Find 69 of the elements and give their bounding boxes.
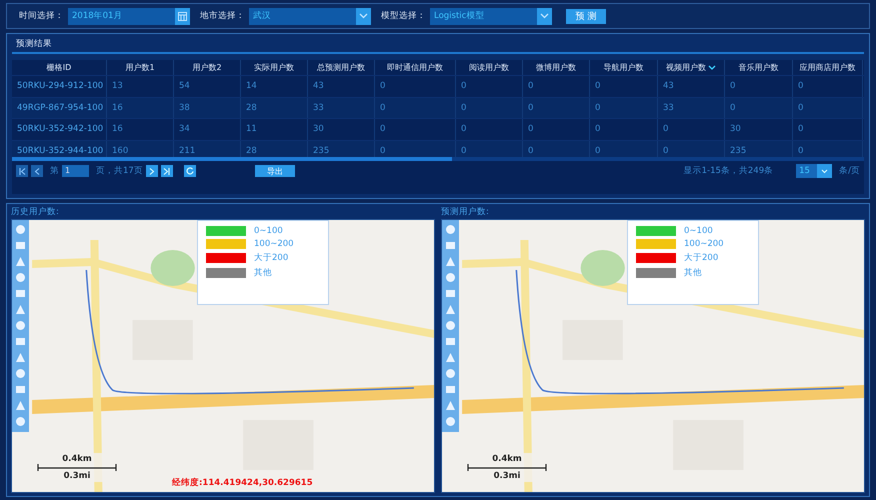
filter-label: 时间选择：	[19, 10, 64, 22]
table-cell: 0	[725, 98, 793, 118]
table-cell: 0	[375, 98, 456, 118]
table-cell: 28	[241, 98, 308, 118]
column-header[interactable]: 音乐用户数	[725, 60, 793, 75]
column-header[interactable]: 实际用户数	[241, 60, 308, 75]
table-cell: 16	[107, 98, 174, 118]
table-cell: 0	[456, 98, 523, 118]
scale-label: 0.4km	[62, 454, 92, 464]
table-cell: 33	[658, 98, 725, 118]
grid-id-cell: 49RGP-867-954-100	[12, 98, 107, 118]
column-header[interactable]: 导航用户数	[590, 60, 658, 75]
caret-icon	[359, 13, 368, 19]
next-page-icon	[148, 168, 156, 174]
scale-label: 0.4km	[492, 454, 522, 464]
filter-field[interactable]: Logistic模型	[430, 8, 552, 24]
first-page-icon	[18, 168, 26, 174]
column-header[interactable]: 总预测用户数	[308, 60, 375, 75]
scale-label: 0.3mi	[494, 471, 520, 481]
legend-label: 大于200	[254, 252, 288, 264]
map-title: 历史用户数:	[11, 206, 60, 219]
table-cell: 38	[174, 98, 241, 118]
table-cell: 0	[523, 98, 590, 118]
legend-label: 0~100	[684, 226, 713, 236]
last-page-icon	[163, 168, 170, 174]
page-size-unit: 条/页	[839, 165, 860, 177]
scale-bar-icon	[467, 464, 547, 471]
column-header[interactable]: 即时通信用户数	[375, 60, 456, 75]
legend-label: 100~200	[684, 239, 724, 249]
coordinates-label: 经纬度:114.419424,30.629615	[172, 477, 313, 489]
filter-label: 地市选择：	[200, 10, 245, 22]
record-summary: 显示1-15条，共249条	[684, 165, 774, 177]
column-header[interactable]: 阅读用户数	[456, 60, 523, 75]
legend-label: 100~200	[254, 239, 294, 249]
calendar-icon	[178, 12, 187, 20]
map-title: 预测用户数:	[441, 206, 490, 219]
first-page-button[interactable]	[16, 165, 28, 177]
panel-title: 预测结果	[12, 36, 864, 54]
column-header[interactable]: 用户数2	[174, 60, 241, 75]
caret-icon	[540, 13, 549, 19]
legend-label: 其他	[254, 267, 272, 279]
scale-label: 0.3mi	[64, 471, 90, 481]
table-cell: 0	[793, 98, 863, 118]
caret-icon	[821, 168, 828, 174]
previous-page-button[interactable]	[31, 165, 43, 177]
legend-label: 大于200	[684, 252, 718, 264]
sort-caret-icon	[708, 65, 716, 70]
last-page-button[interactable]	[160, 165, 173, 177]
scale-bar-icon	[37, 464, 117, 471]
filter-label: 模型选择：	[381, 10, 426, 22]
legend-label: 0~100	[254, 226, 283, 236]
filter-field[interactable]: 武汉	[249, 8, 371, 24]
filter-field[interactable]: 2018年01月	[68, 8, 190, 24]
page-count: 页，共17页	[96, 165, 143, 177]
next-page-button[interactable]	[146, 165, 158, 177]
column-header[interactable]: 微博用户数	[523, 60, 590, 75]
legend-label: 其他	[684, 267, 702, 279]
table-cell: 33	[308, 98, 375, 118]
refresh-icon	[186, 167, 194, 175]
column-header[interactable]: 应用商店用户数	[793, 60, 863, 75]
page-input[interactable]: 1	[62, 165, 89, 177]
page-label: 第	[50, 165, 59, 177]
column-header[interactable]: 视频用户数	[658, 60, 725, 75]
table-cell: 0	[590, 98, 658, 118]
column-header[interactable]: 栅格ID	[12, 60, 107, 75]
column-header[interactable]: 用户数1	[107, 60, 174, 75]
refresh-button[interactable]	[184, 165, 196, 177]
previous-page-icon	[34, 168, 40, 174]
scrollbar-thumb[interactable]	[12, 157, 452, 161]
